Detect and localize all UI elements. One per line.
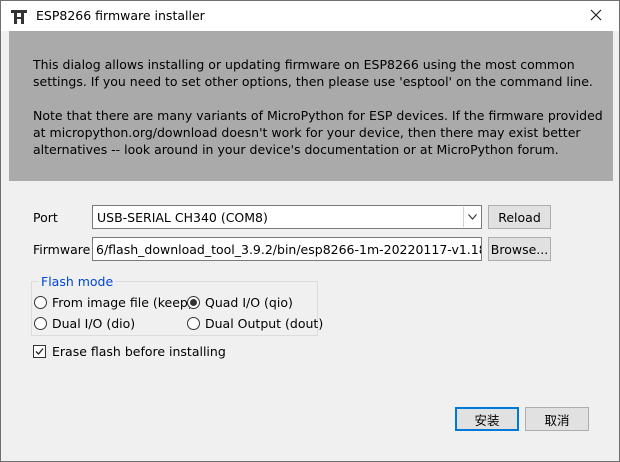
radio-dout[interactable] — [187, 317, 200, 330]
erase-flash-label[interactable]: Erase flash before installing — [52, 344, 226, 359]
radio-qio[interactable] — [187, 296, 200, 309]
intro-panel: This dialog allows installing or updatin… — [9, 31, 613, 181]
port-value: USB-SERIAL CH340 (COM8) — [97, 210, 268, 225]
thonny-icon — [10, 8, 28, 26]
radio-keep[interactable] — [34, 296, 47, 309]
install-button[interactable]: 安装 — [455, 407, 519, 431]
firmware-path-input[interactable]: 6/flash_download_tool_3.9.2/bin/esp8266-… — [92, 237, 482, 261]
flash-mode-title: Flash mode — [39, 274, 116, 289]
installer-dialog: ESP8266 firmware installer This dialog a… — [0, 0, 620, 462]
port-select[interactable]: USB-SERIAL CH340 (COM8) — [92, 205, 482, 229]
radio-dio-label[interactable]: Dual I/O (dio) — [52, 316, 135, 331]
intro-paragraph: This dialog allows installing or updatin… — [33, 57, 593, 89]
install-button-label: 安装 — [474, 412, 500, 428]
cancel-button-label: 取消 — [544, 412, 570, 428]
title-bar: ESP8266 firmware installer — [1, 1, 619, 31]
window-title: ESP8266 firmware installer — [36, 8, 205, 23]
firmware-path-value: 6/flash_download_tool_3.9.2/bin/esp8266-… — [96, 242, 482, 257]
browse-button[interactable]: Browse... — [488, 237, 551, 261]
cancel-button[interactable]: 取消 — [525, 407, 589, 431]
radio-keep-label[interactable]: From image file (keep) — [52, 295, 193, 310]
reload-button[interactable]: Reload — [488, 205, 551, 229]
chevron-down-icon[interactable] — [463, 207, 480, 227]
radio-qio-label[interactable]: Quad I/O (qio) — [205, 295, 293, 310]
reload-button-label: Reload — [498, 209, 541, 225]
close-button[interactable] — [573, 1, 619, 31]
erase-flash-checkbox[interactable] — [33, 345, 46, 358]
intro-note-paragraph: Note that there are many variants of Mic… — [33, 108, 603, 157]
close-icon — [590, 9, 602, 24]
firmware-label: Firmware — [33, 242, 91, 257]
browse-button-label: Browse... — [490, 241, 549, 257]
radio-dout-label[interactable]: Dual Output (dout) — [205, 316, 323, 331]
port-label: Port — [33, 210, 58, 225]
checkmark-icon — [35, 348, 44, 355]
radio-dio[interactable] — [34, 317, 47, 330]
